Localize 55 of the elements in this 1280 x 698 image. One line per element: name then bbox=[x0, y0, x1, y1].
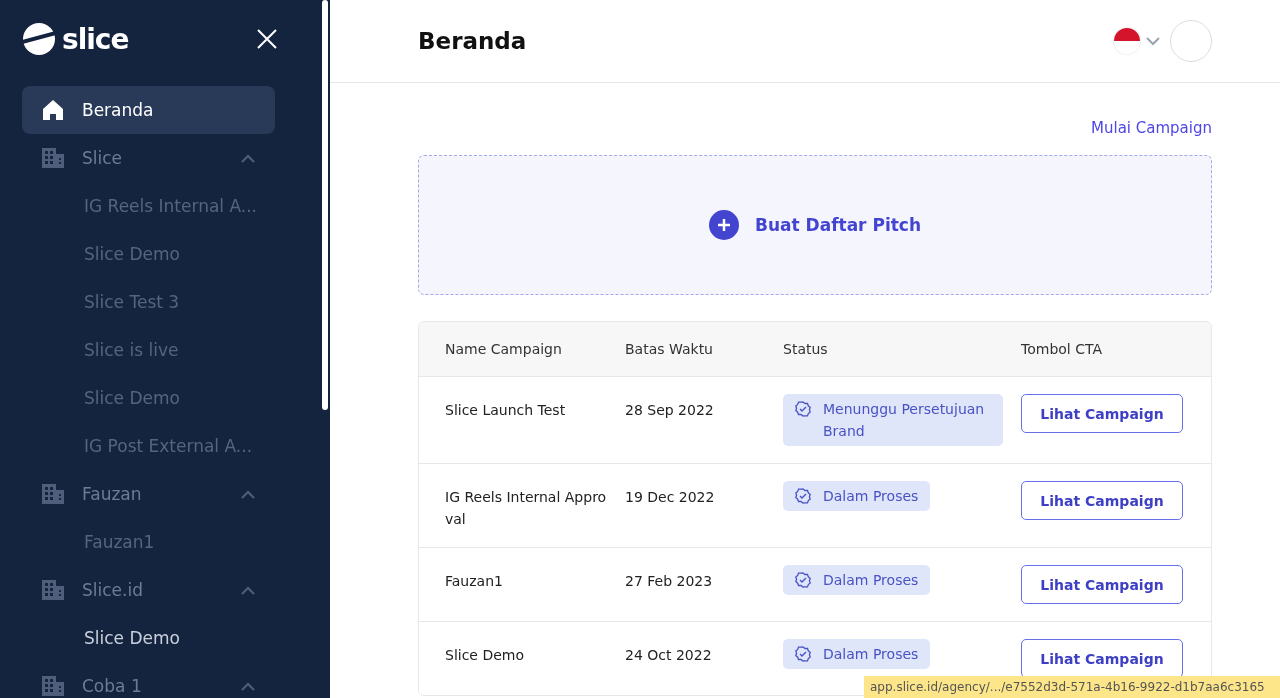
column-header: Name Campaign bbox=[445, 341, 563, 357]
close-button[interactable] bbox=[256, 28, 278, 50]
building-icon bbox=[42, 484, 64, 504]
status-text: Dalam Proses bbox=[823, 571, 919, 590]
view-campaign-button[interactable]: Lihat Campaign bbox=[1021, 639, 1183, 678]
start-campaign-link[interactable]: Mulai Campaign bbox=[1091, 119, 1212, 137]
status-text: Menunggu Persetujuan Brand bbox=[823, 400, 986, 441]
view-campaign-button[interactable]: Lihat Campaign bbox=[1021, 394, 1183, 433]
table-cell-text: 27 Feb 2023 bbox=[625, 572, 714, 591]
column-header: Status bbox=[783, 341, 829, 357]
chevron-up-icon[interactable] bbox=[241, 153, 255, 163]
create-pitch-button[interactable]: Buat Daftar Pitch bbox=[418, 155, 1212, 295]
nav-subitem[interactable]: Slice is live bbox=[22, 326, 275, 374]
table-cell-text: 19 Dec 2022 bbox=[625, 488, 716, 507]
link-preview-tooltip: app.slice.id/agency/.../e7552d3d-571a-4b16-9922-d1b7aa6c3165 bbox=[864, 676, 1280, 698]
table-cell-text: 28 Sep 2022 bbox=[625, 401, 715, 420]
chevron-up-icon[interactable] bbox=[241, 681, 255, 691]
status-text: Dalam Proses bbox=[823, 645, 919, 664]
column-header: Tombol CTA bbox=[1021, 341, 1103, 357]
building-icon bbox=[42, 148, 64, 168]
flag-icon[interactable] bbox=[1114, 28, 1140, 54]
table-cell-text: Fauzan1 bbox=[445, 572, 504, 591]
nav-group[interactable]: Slice.id bbox=[22, 566, 275, 614]
home-icon bbox=[42, 99, 64, 121]
chevron-up-icon[interactable] bbox=[241, 585, 255, 595]
nav-subitem[interactable]: IG Post External A... bbox=[22, 422, 275, 470]
verified-badge-icon bbox=[795, 646, 811, 662]
nav-subitem[interactable]: Fauzan1 bbox=[22, 518, 275, 566]
slice-logo: slice bbox=[22, 22, 129, 56]
chevron-down-icon[interactable] bbox=[1146, 36, 1160, 46]
nav-subitem[interactable]: Slice Test 3 bbox=[22, 278, 275, 326]
nav-subitem[interactable]: IG Reels Internal A... bbox=[22, 182, 275, 230]
verified-badge-icon bbox=[795, 401, 811, 417]
nav-group[interactable]: Coba 1 bbox=[22, 662, 275, 698]
column-header: Batas Waktu bbox=[625, 341, 714, 357]
table-cell-text: Slice Demo bbox=[445, 646, 526, 665]
page-title: Beranda bbox=[418, 28, 528, 54]
view-campaign-button[interactable]: Lihat Campaign bbox=[1021, 565, 1183, 604]
nav-group[interactable]: Fauzan bbox=[22, 470, 275, 518]
nav-group[interactable]: Slice bbox=[22, 134, 275, 182]
nav-subitem[interactable]: Slice Demo bbox=[22, 374, 275, 422]
scrollbar[interactable] bbox=[322, 0, 328, 410]
verified-badge-icon bbox=[795, 572, 811, 588]
table-cell-text: 24 Oct 2022 bbox=[625, 646, 713, 665]
building-icon bbox=[42, 580, 64, 600]
table-cell-text: Slice Launch Test bbox=[445, 401, 567, 420]
verified-badge-icon bbox=[795, 488, 811, 504]
nav-item[interactable]: Beranda bbox=[22, 86, 275, 134]
nav-subitem[interactable]: Slice Demo bbox=[22, 230, 275, 278]
chevron-up-icon[interactable] bbox=[241, 489, 255, 499]
status-text: Dalam Proses bbox=[823, 487, 919, 506]
table-cell-text: IG Reels Internal Approval bbox=[445, 488, 608, 529]
plus-circle-icon bbox=[708, 210, 739, 240]
nav-subitem[interactable]: Slice Demo bbox=[22, 614, 275, 662]
view-campaign-button[interactable]: Lihat Campaign bbox=[1021, 481, 1183, 520]
